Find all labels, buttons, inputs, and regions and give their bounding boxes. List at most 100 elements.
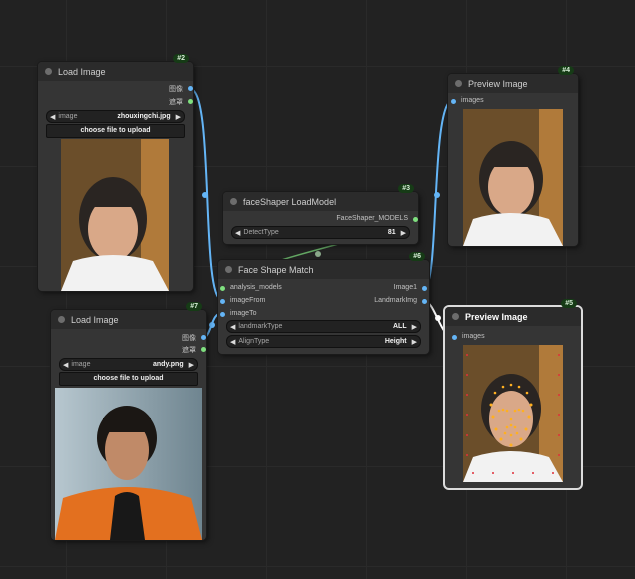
output-slot-landmark-img[interactable]: LandmarkImg — [374, 297, 427, 304]
output-slot-image[interactable]: 图像 — [182, 333, 206, 343]
widget-value: 81 — [387, 229, 396, 236]
landmark-type-combo[interactable]: ◀ landmarkType ALL ▶ — [226, 320, 421, 333]
node-id-badge: #4 — [558, 66, 574, 75]
output-slot-mask[interactable]: 遮罩 — [169, 97, 193, 107]
input-slot-image-to[interactable]: imageTo — [220, 310, 256, 317]
face-shape-match-node[interactable]: #6 Face Shape Match analysis_models imag… — [218, 252, 429, 354]
collapse-dot-icon[interactable] — [230, 198, 237, 205]
output-slot-image[interactable]: 图像 — [169, 84, 193, 94]
collapse-dot-icon[interactable] — [225, 266, 232, 273]
image-combo[interactable]: ◀ image zhouxingchi.jpg ▶ — [46, 110, 185, 123]
slot-label: 图像 — [169, 86, 183, 93]
input-pin-icon[interactable] — [220, 286, 225, 291]
preview-image-node-4[interactable]: #4 Preview Image images — [448, 66, 578, 246]
widget-label: landmarkType — [238, 323, 283, 330]
slot-label: 遮罩 — [169, 99, 183, 106]
upload-button[interactable]: choose file to upload — [46, 124, 185, 138]
slot-label: images — [461, 97, 484, 104]
node-header[interactable]: Preview Image — [448, 74, 578, 93]
slot-label: LandmarkImg — [374, 297, 417, 304]
output-pin-icon[interactable] — [413, 217, 418, 222]
node-header[interactable]: Load Image — [38, 62, 193, 81]
node-id-badge: #7 — [186, 302, 202, 311]
arrow-right-icon[interactable]: ▶ — [409, 338, 420, 346]
landmark-image-preview — [463, 345, 563, 482]
load-image-node-2[interactable]: #2 Load Image 图像 遮罩 ◀ image zhouxingchi.… — [38, 54, 193, 291]
slot-label: imageFrom — [230, 297, 266, 304]
output-pin-icon[interactable] — [422, 299, 427, 304]
output-pin-icon[interactable] — [201, 335, 206, 340]
slot-label: imageTo — [230, 310, 257, 317]
portrait-image — [55, 388, 202, 540]
arrow-right-icon[interactable]: ▶ — [398, 229, 409, 237]
node-header[interactable]: Face Shape Match — [218, 260, 429, 279]
collapse-dot-icon[interactable] — [452, 313, 459, 320]
output-pin-icon[interactable] — [188, 99, 193, 104]
widget-label: DetectType — [243, 229, 279, 236]
portrait-image — [61, 139, 169, 291]
node-title: Preview Image — [465, 311, 528, 322]
slot-label: analysis_models — [230, 284, 282, 291]
link-midpoint — [209, 322, 215, 328]
node-title: faceShaper LoadModel — [243, 196, 337, 207]
node-title: Preview Image — [468, 78, 528, 89]
output-pin-icon[interactable] — [188, 86, 193, 91]
widget-label: image — [71, 361, 91, 368]
output-slot-image1[interactable]: Image1 — [394, 284, 427, 291]
detect-type-combo[interactable]: ◀ DetectType 81 ▶ — [231, 226, 410, 239]
link-midpoint — [202, 192, 208, 198]
slot-label: images — [462, 333, 485, 340]
arrow-right-icon[interactable]: ▶ — [409, 323, 420, 331]
widget-label: image — [58, 113, 78, 120]
widget-value: andy.png — [153, 361, 184, 368]
input-pin-icon[interactable] — [452, 335, 457, 340]
node-id-badge: #3 — [398, 184, 414, 193]
preview-image-node-5[interactable]: #5 Preview Image images — [445, 299, 581, 488]
node-id-badge: #6 — [409, 252, 425, 261]
node-header[interactable]: faceShaper LoadModel — [223, 192, 418, 211]
link-midpoint — [434, 192, 440, 198]
collapse-dot-icon[interactable] — [58, 316, 65, 323]
faceshaper-loadmodel-node[interactable]: #3 faceShaper LoadModel FaceShaper_MODEL… — [223, 184, 418, 244]
slot-label: Image1 — [393, 284, 417, 291]
widget-value: ALL — [393, 323, 407, 330]
node-id-badge: #5 — [561, 299, 577, 308]
image-combo[interactable]: ◀ image andy.png ▶ — [59, 358, 198, 371]
node-id-badge: #2 — [173, 54, 189, 63]
slot-label: 图像 — [182, 335, 196, 342]
input-pin-icon[interactable] — [220, 299, 225, 304]
arrow-left-icon[interactable]: ◀ — [47, 113, 58, 121]
arrow-left-icon[interactable]: ◀ — [227, 338, 238, 346]
upload-button[interactable]: choose file to upload — [59, 372, 198, 386]
image-preview — [463, 109, 563, 246]
image-preview — [61, 139, 169, 291]
collapse-dot-icon[interactable] — [455, 80, 462, 87]
image-preview — [55, 388, 202, 540]
collapse-dot-icon[interactable] — [45, 68, 52, 75]
arrow-left-icon[interactable]: ◀ — [60, 361, 71, 369]
node-title: Load Image — [71, 314, 119, 325]
widget-value: zhouxingchi.jpg — [117, 113, 171, 120]
input-slot-images[interactable]: images — [452, 333, 485, 340]
arrow-left-icon[interactable]: ◀ — [232, 229, 243, 237]
slot-label: 遮罩 — [182, 347, 196, 354]
node-header[interactable]: Load Image — [51, 310, 206, 329]
align-type-combo[interactable]: ◀ AlignType Height ▶ — [226, 335, 421, 348]
input-pin-icon[interactable] — [451, 99, 456, 104]
node-title: Face Shape Match — [238, 264, 314, 275]
arrow-right-icon[interactable]: ▶ — [173, 113, 184, 121]
arrow-left-icon[interactable]: ◀ — [227, 323, 238, 331]
widget-value: Height — [384, 338, 407, 345]
load-image-node-7[interactable]: #7 Load Image 图像 遮罩 ◀ image andy.png ▶ c… — [51, 302, 206, 540]
input-slot-image-from[interactable]: imageFrom — [220, 297, 265, 304]
input-pin-icon[interactable] — [220, 312, 225, 317]
output-pin-icon[interactable] — [422, 286, 427, 291]
node-header[interactable]: Preview Image — [445, 307, 581, 326]
arrow-right-icon[interactable]: ▶ — [186, 361, 197, 369]
input-slot-images[interactable]: images — [451, 97, 484, 104]
output-slot-mask[interactable]: 遮罩 — [182, 345, 206, 355]
input-slot-analysis-models[interactable]: analysis_models — [220, 284, 282, 291]
output-pin-icon[interactable] — [201, 347, 206, 352]
node-title: Load Image — [58, 66, 106, 77]
output-slot-models[interactable]: FaceShaper_MODELS — [336, 215, 418, 222]
